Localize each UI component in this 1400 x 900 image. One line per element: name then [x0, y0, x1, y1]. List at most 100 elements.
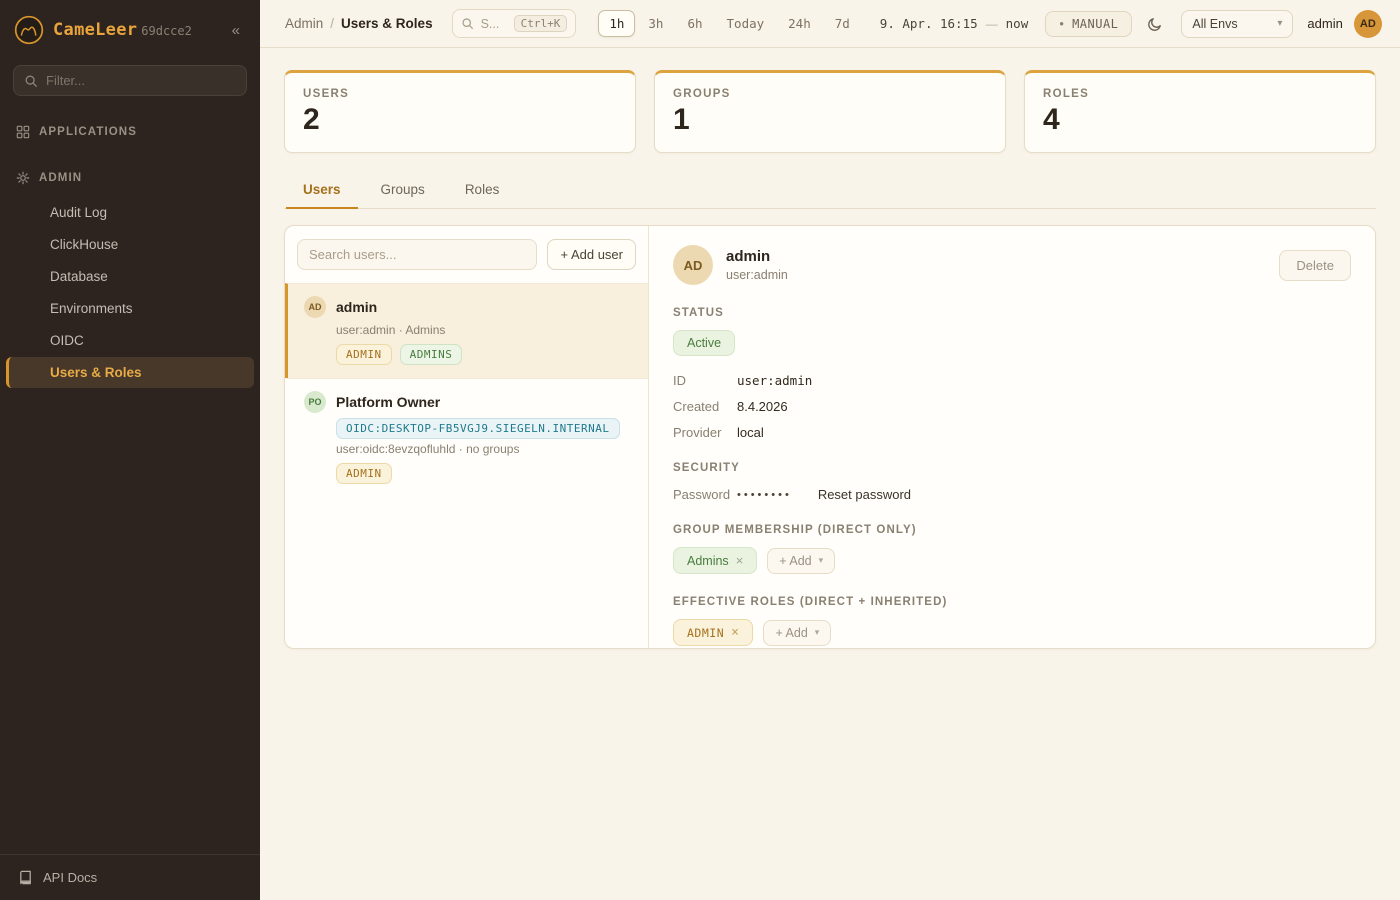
stat-label: USERS — [303, 88, 617, 100]
refresh-mode-label: MANUAL — [1072, 17, 1118, 31]
app-root: CameLeer 69dcce2 « APPLICATIONS ADMIN Aud… — [0, 0, 1400, 900]
field-created: Created 8.4.2026 — [673, 399, 1351, 414]
avatar[interactable]: AD — [1354, 10, 1382, 38]
time-range-3h[interactable]: 3h — [637, 10, 674, 37]
role-badge: ADMIN — [336, 344, 392, 365]
group-chip-admins[interactable]: Admins × — [673, 547, 757, 574]
user-list: + Add user AD admin user:admin · Admins … — [285, 226, 649, 648]
sidebar-section-applications[interactable]: APPLICATIONS — [0, 116, 260, 148]
sidebar-section-label: ADMIN — [39, 172, 82, 184]
stat-value: 4 — [1043, 102, 1357, 138]
time-range-7d[interactable]: 7d — [824, 10, 861, 37]
sidebar-header: CameLeer 69dcce2 « — [0, 0, 260, 57]
field-value: 8.4.2026 — [737, 399, 788, 414]
sidebar-collapse-icon[interactable]: « — [226, 20, 246, 41]
stat-label: GROUPS — [673, 88, 987, 100]
oidc-provider-badge: OIDC:DESKTOP-FB5VGJ9.SIEGELN.INTERNAL — [336, 418, 620, 439]
app-title: CameLeer — [53, 20, 137, 40]
role-chip-admin[interactable]: ADMIN × — [673, 619, 753, 646]
avatar: PO — [304, 391, 326, 413]
moon-icon — [1147, 16, 1163, 32]
time-range-1h[interactable]: 1h — [598, 10, 635, 37]
user-menu[interactable]: admin AD — [1307, 10, 1381, 38]
search-shortcut-kbd: Ctrl+K — [514, 15, 568, 32]
user-detail-header: AD admin user:admin Delete — [673, 245, 1351, 285]
breadcrumb-separator: / — [330, 16, 334, 31]
env-select[interactable]: All Envs ▾ — [1181, 10, 1293, 38]
delete-user-button[interactable]: Delete — [1279, 250, 1351, 281]
tab-bar: Users Groups Roles — [284, 173, 1376, 209]
sidebar-item-environments[interactable]: Environments — [6, 293, 254, 324]
refresh-mode-button[interactable]: ● MANUAL — [1045, 11, 1132, 37]
avatar: AD — [304, 296, 326, 318]
field-label: Provider — [673, 425, 737, 440]
sidebar-item-oidc[interactable]: OIDC — [6, 325, 254, 356]
stat-value: 2 — [303, 102, 617, 138]
time-range-today[interactable]: Today — [716, 10, 776, 37]
sidebar-item-database[interactable]: Database — [6, 261, 254, 292]
stat-card-users: USERS 2 — [284, 70, 636, 153]
user-search-input[interactable] — [297, 239, 537, 270]
current-user-name: admin — [1307, 16, 1342, 31]
sidebar: CameLeer 69dcce2 « APPLICATIONS ADMIN Aud… — [0, 0, 260, 900]
dark-mode-toggle[interactable] — [1143, 12, 1167, 36]
breadcrumb-admin-link[interactable]: Admin — [285, 16, 323, 31]
add-group-button[interactable]: + Add ▾ — [767, 548, 835, 574]
user-meta: user:oidc:8evzqofluhld · no groups — [336, 442, 632, 456]
chevron-down-icon: ▾ — [819, 555, 824, 566]
tab-users[interactable]: Users — [286, 173, 358, 209]
sidebar-filter[interactable] — [13, 65, 247, 96]
global-search[interactable]: Ctrl+K — [452, 9, 577, 38]
add-role-label: + Add — [775, 626, 807, 640]
field-value: local — [737, 425, 764, 440]
role-badge: ADMIN — [336, 463, 392, 484]
add-role-button[interactable]: + Add ▾ — [763, 620, 831, 646]
chip-label: ADMIN — [687, 626, 724, 640]
time-display[interactable]: 9. Apr. 16:15 — now — [880, 16, 1028, 31]
tab-roles[interactable]: Roles — [448, 173, 517, 209]
admin-gear-icon — [16, 171, 30, 185]
time-start: 9. Apr. 16:15 — [880, 16, 978, 31]
password-row: Password •••••••• Reset password — [673, 487, 1351, 502]
chevron-down-icon: ▾ — [1277, 18, 1282, 29]
sidebar-item-audit-log[interactable]: Audit Log — [6, 197, 254, 228]
stat-card-roles: ROLES 4 — [1024, 70, 1376, 153]
user-list-item-admin[interactable]: AD admin user:admin · Admins ADMIN ADMIN… — [285, 283, 648, 378]
avatar: AD — [673, 245, 713, 285]
app-instance-id: 69dcce2 — [141, 24, 192, 38]
breadcrumb-current: Users & Roles — [341, 16, 433, 31]
add-user-button[interactable]: + Add user — [547, 239, 636, 270]
time-range-6h[interactable]: 6h — [676, 10, 713, 37]
user-meta: user:admin · Admins — [336, 323, 632, 337]
sidebar-section-admin[interactable]: ADMIN — [0, 162, 260, 194]
chevron-down-icon: ▾ — [815, 627, 820, 638]
main-column: Admin / Users & Roles Ctrl+K 1h 3h 6h To… — [260, 0, 1400, 900]
sidebar-nav: Audit Log ClickHouse Database Environmen… — [0, 196, 260, 389]
add-group-label: + Add — [779, 554, 811, 568]
global-search-input[interactable] — [481, 17, 507, 31]
sidebar-section-label: APPLICATIONS — [39, 126, 137, 138]
stats-row: USERS 2 GROUPS 1 ROLES 4 — [284, 70, 1376, 153]
sidebar-item-users-roles[interactable]: Users & Roles — [6, 357, 254, 388]
stat-label: ROLES — [1043, 88, 1357, 100]
search-icon — [461, 17, 474, 30]
field-label: Created — [673, 399, 737, 414]
user-list-item-platform-owner[interactable]: PO Platform Owner OIDC:DESKTOP-FB5VGJ9.S… — [285, 378, 648, 497]
remove-group-icon[interactable]: × — [736, 553, 744, 568]
time-range-24h[interactable]: 24h — [777, 10, 822, 37]
sidebar-item-clickhouse[interactable]: ClickHouse — [6, 229, 254, 260]
reset-password-link[interactable]: Reset password — [818, 487, 911, 502]
stat-card-groups: GROUPS 1 — [654, 70, 1006, 153]
tab-groups[interactable]: Groups — [364, 173, 442, 209]
password-label: Password — [673, 487, 737, 502]
status-badge: Active — [673, 330, 735, 356]
remove-role-icon[interactable]: × — [731, 625, 739, 640]
user-badges: ADMIN ADMINS — [336, 344, 632, 365]
role-chips: ADMIN × + Add ▾ — [673, 619, 1351, 646]
sidebar-footer-api-docs[interactable]: API Docs — [0, 854, 260, 900]
main-content: USERS 2 GROUPS 1 ROLES 4 Users Groups Ro… — [260, 48, 1400, 900]
group-membership-heading: GROUP MEMBERSHIP (DIRECT ONLY) — [673, 524, 1351, 536]
group-badge: ADMINS — [400, 344, 463, 365]
status-heading: STATUS — [673, 307, 1351, 319]
sidebar-filter-input[interactable] — [46, 73, 236, 88]
